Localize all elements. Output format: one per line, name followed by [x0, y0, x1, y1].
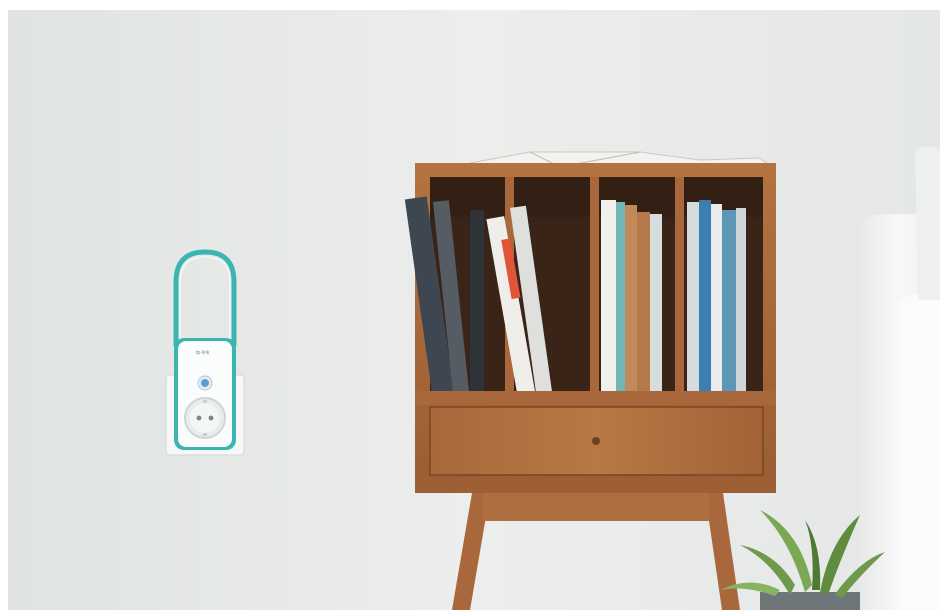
books-compartment-3 [601, 200, 662, 392]
photo-scene: tp-link [0, 0, 948, 610]
drawer-knob-icon [592, 437, 600, 445]
brand-logo: tp-link [196, 350, 210, 356]
books-compartment-4 [687, 200, 746, 392]
